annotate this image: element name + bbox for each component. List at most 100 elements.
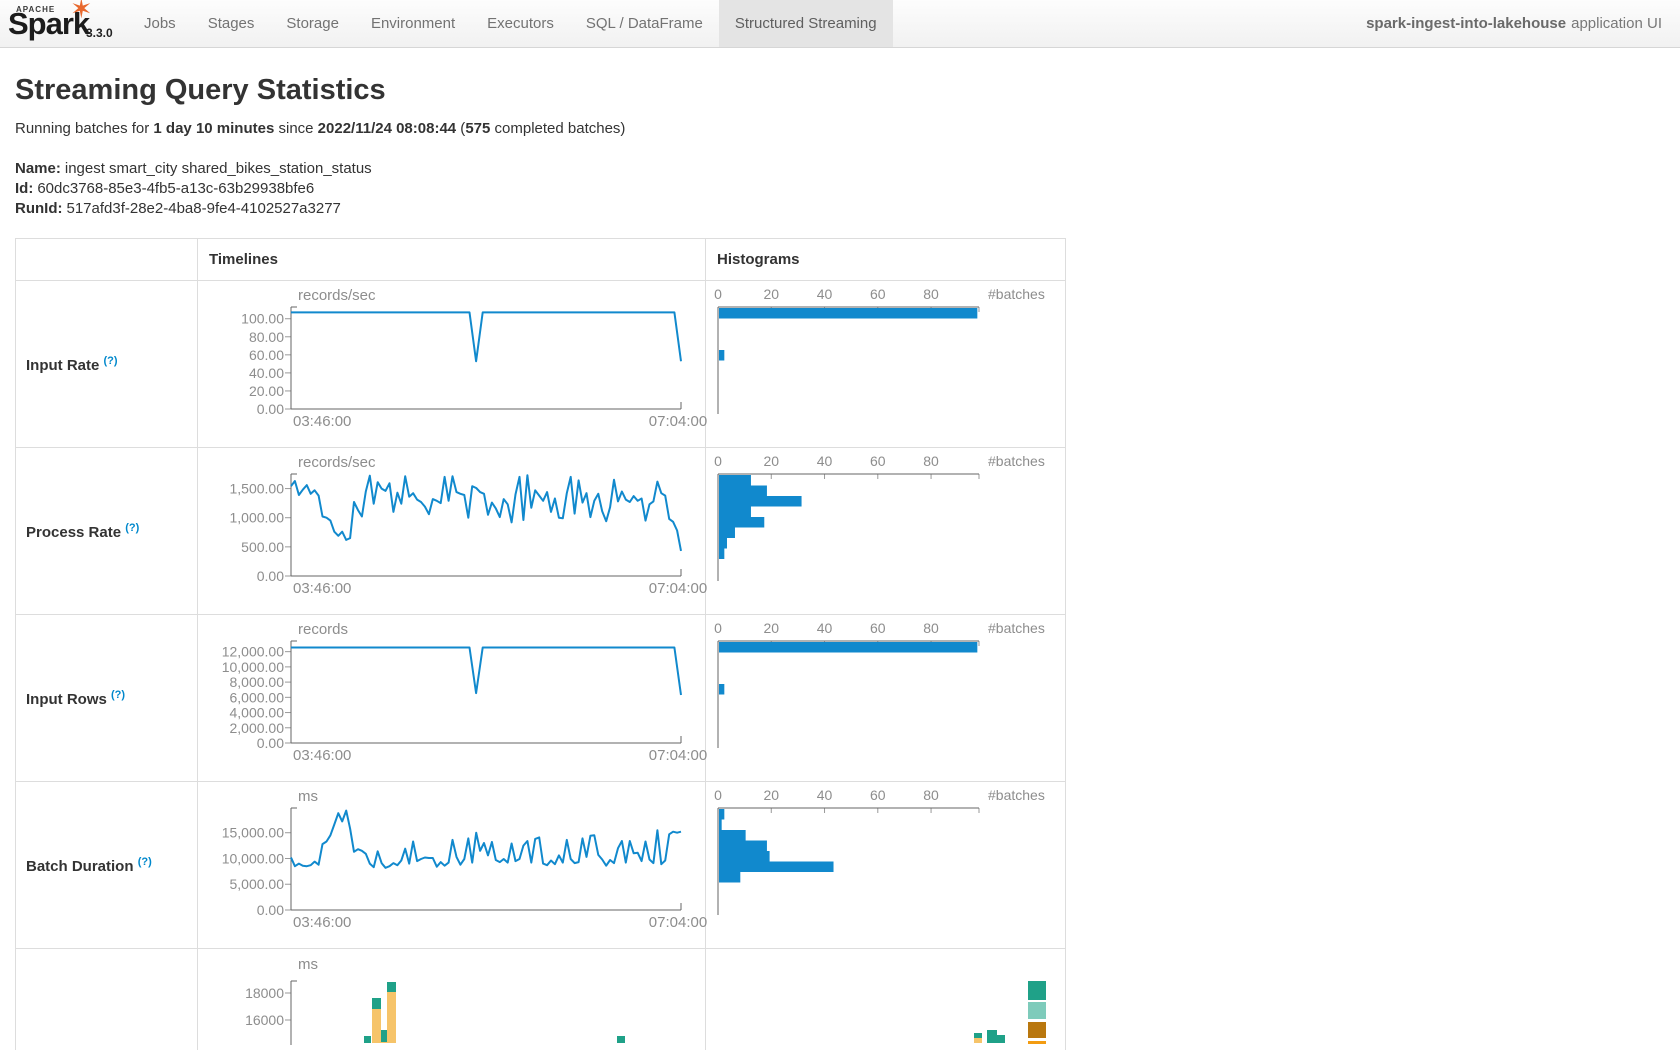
svg-text:0: 0 xyxy=(714,620,722,636)
operation-duration-histogram-chart xyxy=(706,949,1065,1050)
tab-jobs[interactable]: Jobs xyxy=(128,0,192,47)
process-rate-histogram-chart: 020406080#batches xyxy=(706,448,1065,614)
svg-text:0.00: 0.00 xyxy=(257,902,284,918)
table-row: ms1800016000 xyxy=(16,949,1066,1050)
svg-text:80: 80 xyxy=(923,286,939,302)
svg-text:6,000.00: 6,000.00 xyxy=(230,689,285,705)
header-histograms: Histograms xyxy=(706,239,1066,281)
tab-structured-streaming[interactable]: Structured Streaming xyxy=(719,0,893,47)
svg-text:40: 40 xyxy=(817,453,833,469)
help-link[interactable]: (?) xyxy=(138,856,152,868)
process-rate-timeline-chart: records/sec1,500.001,000.00500.000.0003:… xyxy=(198,448,705,614)
help-link[interactable]: (?) xyxy=(104,355,118,367)
row-label-text: Batch Duration xyxy=(26,858,134,875)
input-rate-histogram-chart: 020406080#batches xyxy=(706,281,1065,447)
svg-text:#batches: #batches xyxy=(988,286,1045,302)
table-row: Process Rate (?) records/sec 1,500.00 1,00… xyxy=(16,448,1066,615)
tab-storage[interactable]: Storage xyxy=(270,0,355,47)
svg-text:18000: 18000 xyxy=(245,985,284,1001)
svg-text:500.00: 500.00 xyxy=(241,539,284,555)
svg-text:0: 0 xyxy=(714,286,722,302)
svg-text:60: 60 xyxy=(870,453,886,469)
svg-text:40: 40 xyxy=(817,620,833,636)
row-label-input-rows: Input Rows (?) xyxy=(16,615,198,782)
name-value: ingest smart_city shared_bikes_station_s… xyxy=(65,160,372,177)
row-label-text: Input Rate xyxy=(26,357,99,374)
svg-text:20: 20 xyxy=(763,453,779,469)
query-meta: Name:ingest smart_city shared_bikes_stat… xyxy=(15,159,1665,219)
svg-text:40: 40 xyxy=(817,787,833,803)
svg-text:0.00: 0.00 xyxy=(257,735,284,751)
row-label-input-rate: Input Rate (?) xyxy=(16,281,198,448)
svg-text:60: 60 xyxy=(870,787,886,803)
query-runid-line: RunId:517afd3f-28e2-4ba8-9fe4-4102527a32… xyxy=(15,199,1665,219)
svg-text:20.00: 20.00 xyxy=(249,383,284,399)
svg-text:03:46:00: 03:46:00 xyxy=(293,747,351,764)
row-label-operation-duration xyxy=(16,949,198,1050)
running-paren: ( xyxy=(456,120,465,137)
running-since-text: since xyxy=(274,120,317,137)
svg-text:80: 80 xyxy=(923,620,939,636)
svg-text:15,000.00: 15,000.00 xyxy=(222,825,284,841)
help-link[interactable]: (?) xyxy=(111,689,125,701)
name-label: Name: xyxy=(15,160,61,177)
batch-duration-timeline-chart: ms15,000.0010,000.005,000.000.0003:46:00… xyxy=(198,782,705,948)
app-title: spark-ingest-into-lakehouse application … xyxy=(1366,0,1680,47)
input-rows-timeline-chart: records12,000.0010,000.008,000.006,000.0… xyxy=(198,615,705,781)
query-name-line: Name:ingest smart_city shared_bikes_stat… xyxy=(15,159,1665,179)
row-label-text: Input Rows xyxy=(26,691,107,708)
table-header-row: Timelines Histograms xyxy=(16,239,1066,281)
svg-text:10,000.00: 10,000.00 xyxy=(222,850,284,866)
operation-duration-timeline-chart: ms1800016000 xyxy=(198,949,705,1050)
svg-text:8,000.00: 8,000.00 xyxy=(230,674,285,690)
id-value: 60dc3768-85e3-4fb5-a13c-63b29938bfe6 xyxy=(37,180,314,197)
spark-logo[interactable]: APACHE Spark ✶ 3.3.0 xyxy=(0,0,128,48)
svg-text:07:04:00: 07:04:00 xyxy=(649,914,707,931)
spark-version: 3.3.0 xyxy=(86,26,113,40)
statistics-table: Timelines Histograms Input Rate (?) reco… xyxy=(15,238,1066,1050)
svg-text:records/sec: records/sec xyxy=(298,287,376,304)
svg-text:07:04:00: 07:04:00 xyxy=(649,413,707,430)
svg-text:07:04:00: 07:04:00 xyxy=(649,747,707,764)
runid-value: 517afd3f-28e2-4ba8-9fe4-4102527a3277 xyxy=(66,200,340,217)
tab-stages[interactable]: Stages xyxy=(192,0,271,47)
tab-executors[interactable]: Executors xyxy=(471,0,570,47)
svg-text:80: 80 xyxy=(923,453,939,469)
svg-text:records/sec: records/sec xyxy=(298,454,376,471)
svg-text:0.00: 0.00 xyxy=(257,401,284,417)
running-duration: 1 day 10 minutes xyxy=(153,120,274,137)
nav-tabs: Jobs Stages Storage Environment Executor… xyxy=(128,0,893,47)
svg-text:100.00: 100.00 xyxy=(241,311,284,327)
svg-text:80.00: 80.00 xyxy=(249,329,284,345)
svg-text:#batches: #batches xyxy=(988,453,1045,469)
svg-text:1,000.00: 1,000.00 xyxy=(230,510,285,526)
row-label-batch-duration: Batch Duration (?) xyxy=(16,782,198,949)
svg-text:03:46:00: 03:46:00 xyxy=(293,413,351,430)
help-link[interactable]: (?) xyxy=(125,522,139,534)
svg-text:16000: 16000 xyxy=(245,1012,284,1028)
spark-star-icon: ✶ xyxy=(70,0,93,25)
svg-text:10,000.00: 10,000.00 xyxy=(222,659,284,675)
svg-text:40.00: 40.00 xyxy=(249,365,284,381)
svg-text:records: records xyxy=(298,621,348,638)
svg-text:0: 0 xyxy=(714,787,722,803)
svg-text:03:46:00: 03:46:00 xyxy=(293,580,351,597)
input-rows-histogram-chart: 020406080#batches xyxy=(706,615,1065,781)
tab-sql-dataframe[interactable]: SQL / DataFrame xyxy=(570,0,719,47)
running-text: Running batches for xyxy=(15,120,153,137)
row-label-text: Process Rate xyxy=(26,524,121,541)
svg-text:1,500.00: 1,500.00 xyxy=(230,481,285,497)
svg-text:20: 20 xyxy=(763,286,779,302)
tab-environment[interactable]: Environment xyxy=(355,0,471,47)
app-title-suffix: application UI xyxy=(1571,15,1662,32)
svg-text:20: 20 xyxy=(763,620,779,636)
running-suffix: completed batches) xyxy=(490,120,625,137)
completed-batch-count: 575 xyxy=(465,120,490,137)
svg-text:ms: ms xyxy=(298,788,318,805)
svg-text:40: 40 xyxy=(817,286,833,302)
table-row: Batch Duration (?) ms15,000.0010,000.005… xyxy=(16,782,1066,949)
table-row: Input Rate (?) records/sec100.0080.0060.… xyxy=(16,281,1066,448)
running-batches-summary: Running batches for 1 day 10 minutes sin… xyxy=(15,120,1665,137)
start-timestamp: 2022/11/24 08:08:44 xyxy=(318,120,456,137)
svg-text:60: 60 xyxy=(870,620,886,636)
